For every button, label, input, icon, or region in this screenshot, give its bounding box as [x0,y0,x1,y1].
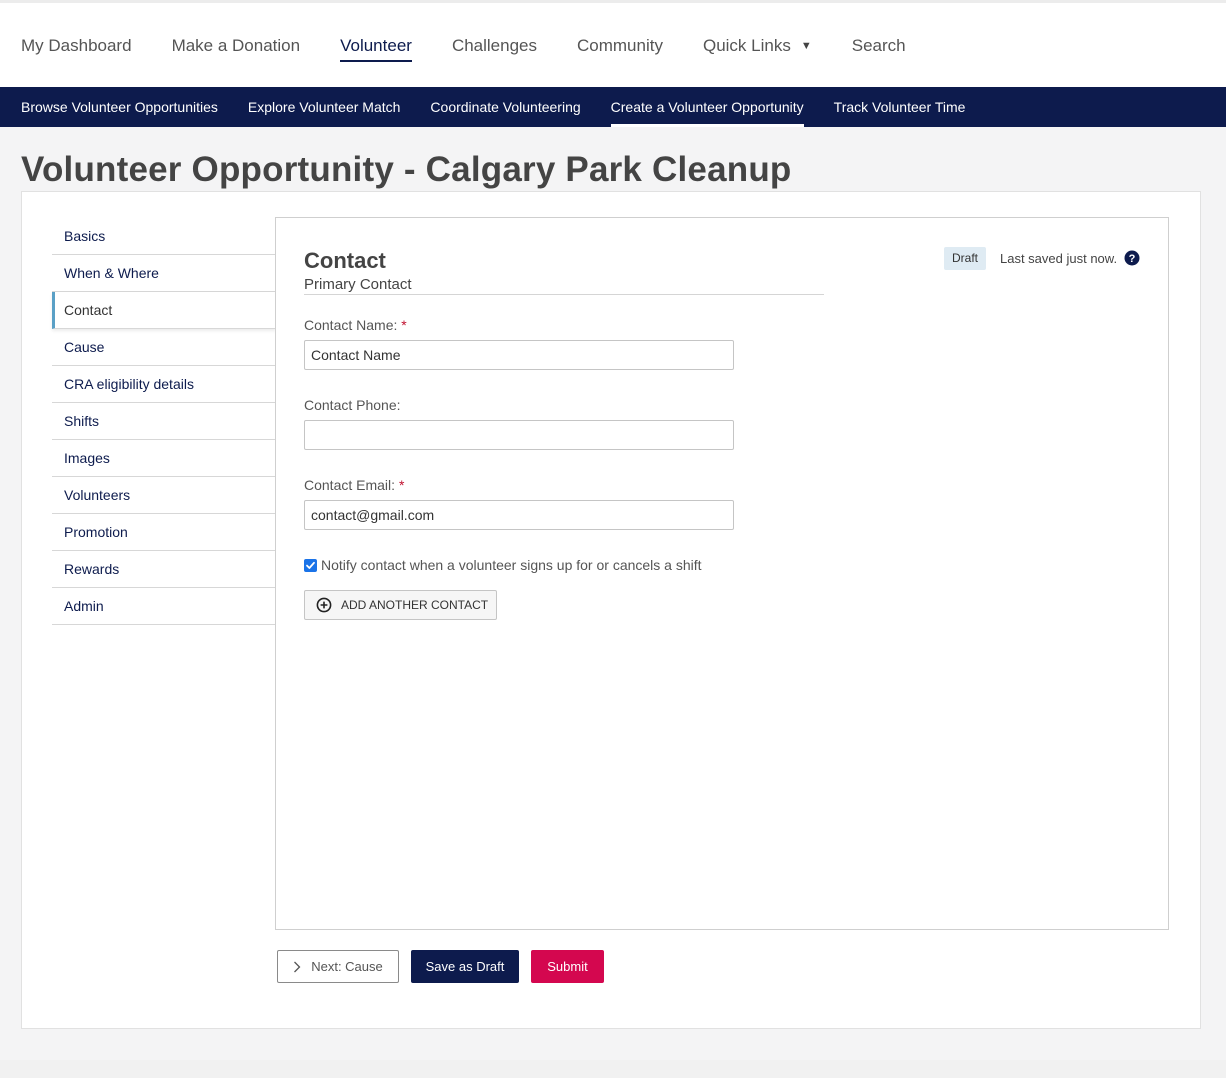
nav-quick-links-label: Quick Links [702,36,791,55]
required-marker: * [398,477,405,493]
nav-search[interactable]: Search [852,36,906,56]
section-tab-shifts[interactable]: Shifts [52,403,276,440]
contact-name-input[interactable] [304,340,734,370]
section-tab-when-where[interactable]: When & Where [52,255,276,292]
section-tab-cra-eligibility[interactable]: CRA eligibility details [52,366,276,403]
form-section-nav: Basics When & Where Contact Cause CRA el… [52,218,276,625]
contact-name-label: Contact Name: * [304,317,407,333]
section-tab-promotion[interactable]: Promotion [52,514,276,551]
caret-down-icon: ▼ [800,40,812,52]
subnav-coordinate-volunteering[interactable]: Coordinate Volunteering [430,87,580,127]
contact-phone-input[interactable] [304,420,734,450]
add-another-contact-label: ADD ANOTHER CONTACT [341,598,489,612]
next-cause-button[interactable]: Next: Cause [277,950,399,983]
section-tab-basics[interactable]: Basics [52,218,276,255]
question-circle-icon[interactable]: ? [1124,250,1140,266]
add-another-contact-button[interactable]: ADD ANOTHER CONTACT [304,590,497,620]
section-tab-volunteers[interactable]: Volunteers [52,477,276,514]
subnav-browse-opportunities[interactable]: Browse Volunteer Opportunities [21,87,218,127]
check-icon [306,561,315,569]
draft-status-badge: Draft [944,247,987,270]
save-as-draft-button[interactable]: Save as Draft [411,950,519,983]
section-tab-contact[interactable]: Contact [52,292,276,329]
nav-make-a-donation[interactable]: Make a Donation [172,36,301,56]
section-divider [304,294,824,295]
subnav-create-opportunity[interactable]: Create a Volunteer Opportunity [610,87,804,127]
chevron-right-icon [294,961,301,972]
contact-phone-label: Contact Phone: [304,397,401,413]
contact-email-label-text: Contact Email: [304,477,396,493]
contact-email-label: Contact Email: * [304,477,404,493]
sub-nav: Browse Volunteer Opportunities Explore V… [0,87,1226,127]
subnav-track-volunteer-time[interactable]: Track Volunteer Time [834,87,966,127]
contact-email-input[interactable] [304,500,734,530]
contact-name-label-text: Contact Name: [304,317,398,333]
top-nav: My Dashboard Make a Donation Volunteer C… [21,36,946,62]
section-tab-images[interactable]: Images [52,440,276,477]
section-title: Contact [304,248,386,273]
section-tab-admin[interactable]: Admin [52,588,276,625]
submit-button[interactable]: Submit [531,950,604,983]
svg-text:?: ? [1129,253,1136,265]
nav-community[interactable]: Community [577,36,663,56]
notify-label: Notify contact when a volunteer signs up… [321,557,702,573]
footer-strip [0,1060,1226,1078]
section-subtitle: Primary Contact [304,276,412,293]
notify-contact-option: Notify contact when a volunteer signs up… [304,557,702,573]
notify-checkbox[interactable] [304,558,317,572]
next-cause-label: Next: Cause [311,959,383,974]
last-saved-text: Last saved just now. [1000,251,1118,266]
subnav-explore-volunteer-match[interactable]: Explore Volunteer Match [248,87,401,127]
nav-quick-links[interactable]: Quick Links ▼ [703,36,812,56]
nav-volunteer[interactable]: Volunteer [340,36,412,62]
required-marker: * [401,317,407,333]
page-title: Volunteer Opportunity - Calgary Park Cle… [21,150,792,189]
section-tab-rewards[interactable]: Rewards [52,551,276,588]
contact-panel [275,217,1169,930]
nav-my-dashboard[interactable]: My Dashboard [21,36,132,56]
nav-challenges[interactable]: Challenges [452,36,537,56]
plus-circle-icon [316,597,332,613]
section-tab-cause[interactable]: Cause [52,329,276,366]
top-header: My Dashboard Make a Donation Volunteer C… [0,0,1226,87]
